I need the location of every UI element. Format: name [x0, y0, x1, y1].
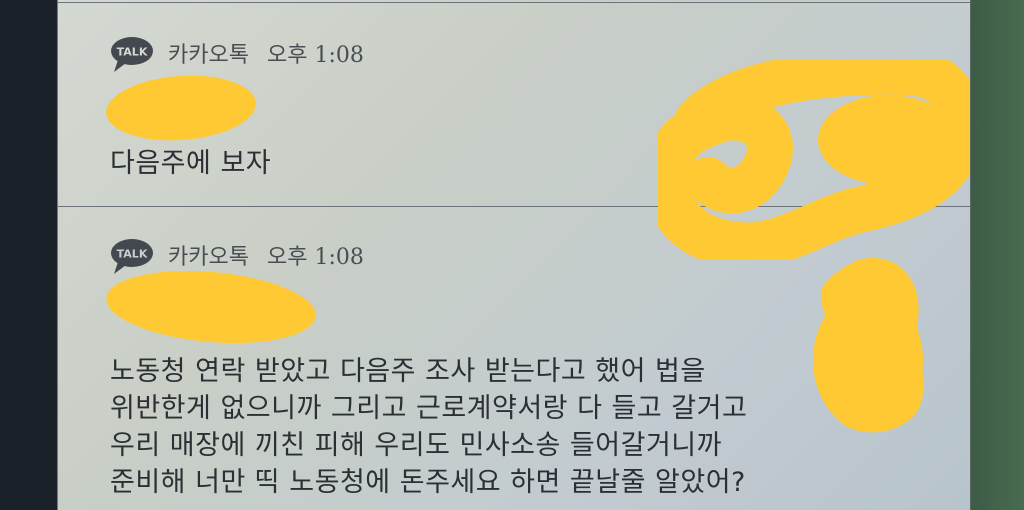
- sender-name-redaction: [103, 70, 259, 146]
- app-name: 카카오톡: [168, 245, 249, 270]
- kakaotalk-icon: TALK: [110, 36, 156, 72]
- profile-image-redaction: [813, 258, 924, 433]
- notification-header: TALK 카카오톡 오후 1:08: [110, 36, 364, 72]
- message-text: 노동청 연락 받았고 다음주 조사 받는다고 했어 법을위반한게 없으니까 그리…: [110, 353, 747, 501]
- notification-time: 오후 1:08: [266, 245, 364, 270]
- svg-text:TALK: TALK: [117, 248, 148, 261]
- message-line: 준비해 너만 띡 노동청에 돈주세요 하면 끝날줄 알았어?: [110, 467, 746, 498]
- svg-text:TALK: TALK: [117, 46, 148, 59]
- notification-panel: TALK 카카오톡 오후 1:08 다음주에 보자 TALK 카카오톡 오후 1…: [57, 0, 971, 510]
- message-text: 다음주에 보자: [110, 148, 272, 179]
- sender-name-redaction: [103, 262, 319, 352]
- notification-header: TALK 카카오톡 오후 1:08: [110, 238, 364, 274]
- profile-image-redaction: [658, 60, 970, 260]
- notification-time: 오후 1:08: [266, 43, 364, 68]
- app-name: 카카오톡: [168, 43, 249, 68]
- screenshot-frame: TALK 카카오톡 오후 1:08 다음주에 보자 TALK 카카오톡 오후 1…: [0, 0, 1024, 510]
- message-line: 위반한게 없으니까 그리고 근로계약서랑 다 들고 갈거고: [110, 393, 748, 424]
- message-line: 우리 매장에 끼친 피해 우리도 민사소송 들어갈거니까: [110, 430, 722, 461]
- kakaotalk-icon: TALK: [110, 238, 156, 274]
- message-line: 노동청 연락 받았고 다음주 조사 받는다고 했어 법을: [110, 356, 706, 387]
